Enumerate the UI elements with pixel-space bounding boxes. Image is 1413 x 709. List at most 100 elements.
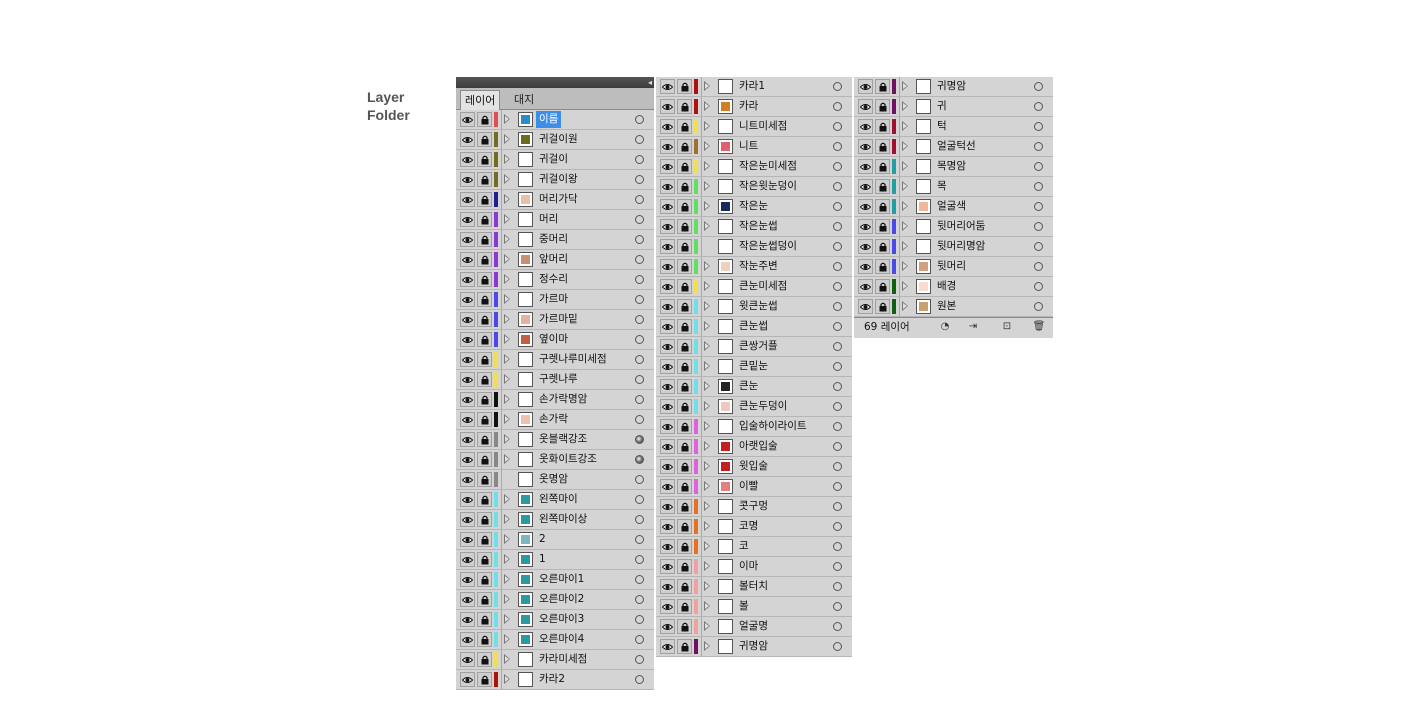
tab-layers[interactable]: 레이어 — [460, 90, 501, 110]
lock-icon[interactable] — [477, 652, 492, 667]
target-circle-icon[interactable] — [635, 195, 644, 204]
lock-icon[interactable] — [875, 279, 890, 294]
layer-row[interactable]: 귀걸이왕 — [456, 170, 654, 190]
disclosure-triangle-icon[interactable] — [504, 554, 510, 564]
tab-artboards[interactable]: 대지 — [510, 90, 538, 109]
disclosure-triangle-icon[interactable] — [704, 81, 710, 91]
disclosure-triangle-icon[interactable] — [504, 154, 510, 164]
eye-icon[interactable] — [460, 612, 475, 627]
lock-icon[interactable] — [477, 112, 492, 127]
layer-name[interactable]: 윗입술 — [736, 458, 771, 475]
disclosure-triangle-icon[interactable] — [704, 121, 710, 131]
layer-row[interactable]: 2 — [456, 530, 654, 550]
target-circle-icon[interactable] — [1034, 102, 1043, 111]
lock-icon[interactable] — [477, 352, 492, 367]
target-circle-icon[interactable] — [833, 142, 842, 151]
lock-icon[interactable] — [875, 259, 890, 274]
layer-name[interactable]: 앞머리 — [536, 251, 571, 268]
disclosure-triangle-icon[interactable] — [704, 581, 710, 591]
eye-icon[interactable] — [460, 312, 475, 327]
layer-row[interactable]: 작은눈썹 — [656, 217, 852, 237]
lock-icon[interactable] — [677, 459, 692, 474]
layer-name[interactable]: 니트 — [736, 138, 761, 155]
disclosure-triangle-icon[interactable] — [902, 221, 908, 231]
layer-name[interactable]: 옷블랙강조 — [536, 431, 590, 448]
lock-icon[interactable] — [677, 479, 692, 494]
disclosure-triangle-icon[interactable] — [902, 81, 908, 91]
eye-icon[interactable] — [660, 579, 675, 594]
lock-icon[interactable] — [677, 519, 692, 534]
layer-name[interactable]: 카라미세점 — [536, 651, 590, 668]
target-circle-icon[interactable] — [635, 215, 644, 224]
target-circle-icon[interactable] — [635, 175, 644, 184]
disclosure-triangle-icon[interactable] — [704, 261, 710, 271]
disclosure-triangle-icon[interactable] — [504, 234, 510, 244]
target-circle-icon[interactable] — [1034, 122, 1043, 131]
eye-icon[interactable] — [858, 99, 873, 114]
lock-icon[interactable] — [477, 552, 492, 567]
layer-name[interactable]: 얼굴명 — [736, 618, 771, 635]
disclosure-triangle-icon[interactable] — [902, 261, 908, 271]
eye-icon[interactable] — [460, 332, 475, 347]
lock-icon[interactable] — [677, 399, 692, 414]
layer-name[interactable]: 귀명암 — [934, 78, 969, 95]
eye-icon[interactable] — [660, 159, 675, 174]
layer-row[interactable]: 귀걸이원 — [456, 130, 654, 150]
eye-icon[interactable] — [460, 252, 475, 267]
lock-icon[interactable] — [477, 532, 492, 547]
target-circle-icon[interactable] — [635, 495, 644, 504]
layer-name[interactable]: 턱 — [934, 118, 950, 135]
layer-row[interactable]: 카라미세점 — [456, 650, 654, 670]
layer-row[interactable]: 앞머리 — [456, 250, 654, 270]
target-circle-icon[interactable] — [1034, 202, 1043, 211]
layer-name[interactable]: 얼굴턱선 — [934, 138, 979, 155]
disclosure-triangle-icon[interactable] — [902, 241, 908, 251]
layer-name[interactable]: 이름 — [536, 111, 562, 128]
layer-row[interactable]: 구렛나루미세점 — [456, 350, 654, 370]
disclosure-triangle-icon[interactable] — [704, 281, 710, 291]
layer-row[interactable]: 귀 — [854, 97, 1053, 117]
layer-row[interactable]: 작은눈썹덩이 — [656, 237, 852, 257]
lock-icon[interactable] — [875, 119, 890, 134]
lock-icon[interactable] — [677, 319, 692, 334]
layer-name[interactable]: 큰눈 — [736, 378, 761, 395]
lock-icon[interactable] — [677, 359, 692, 374]
layer-row[interactable]: 정수리 — [456, 270, 654, 290]
eye-icon[interactable] — [460, 532, 475, 547]
layer-name[interactable]: 오른마이2 — [536, 591, 587, 608]
disclosure-triangle-icon[interactable] — [504, 634, 510, 644]
layer-row[interactable]: 볼터치 — [656, 577, 852, 597]
lock-icon[interactable] — [677, 299, 692, 314]
disclosure-triangle-icon[interactable] — [902, 301, 908, 311]
layer-name[interactable]: 왼쪽마이 — [536, 491, 581, 508]
disclosure-triangle-icon[interactable] — [504, 574, 510, 584]
layer-row[interactable]: 아랫입술 — [656, 437, 852, 457]
target-circle-icon[interactable] — [833, 342, 842, 351]
disclosure-triangle-icon[interactable] — [504, 414, 510, 424]
lock-icon[interactable] — [477, 472, 492, 487]
target-circle-icon[interactable] — [635, 255, 644, 264]
lock-icon[interactable] — [477, 372, 492, 387]
eye-icon[interactable] — [660, 479, 675, 494]
layer-row[interactable]: 코 — [656, 537, 852, 557]
layer-name[interactable]: 큰쌍거플 — [736, 338, 781, 355]
layer-row[interactable]: 귀명암 — [656, 637, 852, 657]
layer-row[interactable]: 목 — [854, 177, 1053, 197]
target-circle-icon[interactable] — [833, 242, 842, 251]
target-circle-icon[interactable] — [1034, 242, 1043, 251]
target-circle-icon[interactable] — [635, 515, 644, 524]
lock-icon[interactable] — [477, 232, 492, 247]
layer-name[interactable]: 귀 — [934, 98, 950, 115]
layer-name[interactable]: 코명 — [736, 518, 761, 535]
target-circle-icon[interactable] — [833, 382, 842, 391]
target-circle-icon[interactable] — [1034, 282, 1043, 291]
target-circle-icon[interactable] — [635, 535, 644, 544]
layer-name[interactable]: 입술하이라이트 — [736, 418, 810, 435]
disclosure-triangle-icon[interactable] — [504, 454, 510, 464]
eye-icon[interactable] — [660, 359, 675, 374]
layer-name[interactable]: 큰눈미세점 — [736, 278, 790, 295]
layer-name[interactable]: 코 — [736, 538, 752, 555]
eye-icon[interactable] — [460, 432, 475, 447]
layer-name[interactable]: 목명암 — [934, 158, 969, 175]
locate-object-icon[interactable]: ◔ — [938, 321, 952, 333]
